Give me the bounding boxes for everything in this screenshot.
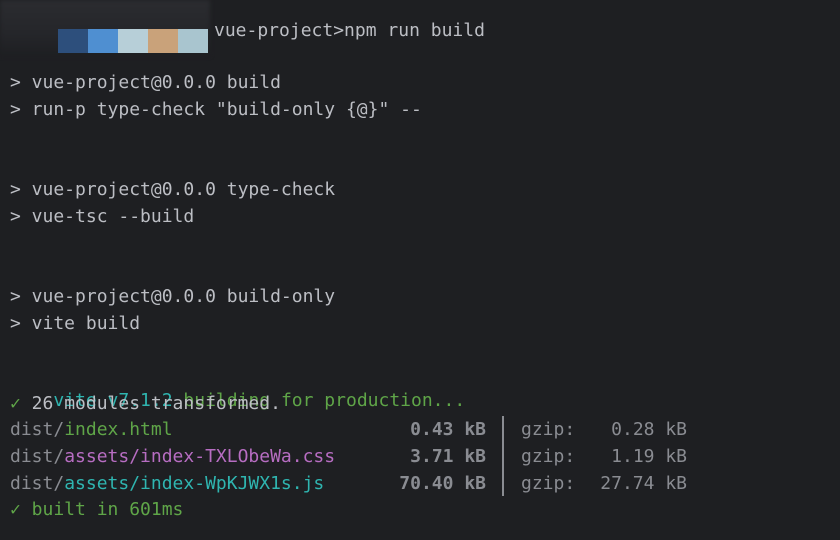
output-file-name: assets/index-TXLObeWa.css — [64, 446, 336, 467]
terminal-window[interactable]: vue-project>npm run build > vue-project@… — [0, 0, 840, 540]
gzip-column-separator — [502, 416, 504, 496]
gzip-label: gzip: — [521, 446, 576, 467]
script-header-type-check: > vue-project@0.0.0 type-check — [10, 179, 336, 200]
output-dir: dist/ — [10, 446, 65, 467]
output-file-name: index.html — [64, 419, 173, 440]
script-command-type-check: > vue-tsc --build — [10, 206, 195, 227]
script-command-build-only: > vite build — [10, 313, 141, 334]
script-header-build: > vue-project@0.0.0 build — [10, 72, 281, 93]
script-header-build-only: > vue-project@0.0.0 build-only — [10, 286, 336, 307]
modules-transformed: ✓ 26 modules transformed. — [10, 393, 281, 414]
redaction-block — [88, 29, 118, 53]
output-file-name: assets/index-WpKJWX1s.js — [64, 473, 325, 494]
redaction-block — [178, 29, 208, 53]
redaction-block — [118, 29, 148, 53]
gzip-label: gzip: — [521, 419, 576, 440]
build-complete: ✓ built in 601ms — [10, 499, 184, 520]
gzip-size: 27.74 kB — [600, 473, 687, 494]
gzip-size: 0.28 kB — [611, 419, 687, 440]
output-file-path: dist/assets/index-TXLObeWa.css — [10, 445, 335, 469]
redaction-block — [58, 29, 88, 53]
redaction-block — [148, 29, 178, 53]
output-dir: dist/ — [10, 473, 65, 494]
prompt-command: vue-project>npm run build — [214, 20, 485, 41]
output-dir: dist/ — [10, 419, 65, 440]
gzip-size: 1.19 kB — [611, 446, 687, 467]
output-file-size: 3.71 kB — [410, 446, 486, 467]
output-file-size: 70.40 kB — [399, 473, 486, 494]
check-icon: ✓ — [10, 393, 21, 414]
gzip-label: gzip: — [521, 473, 576, 494]
output-file-path: dist/index.html — [10, 418, 173, 442]
prompt-line: vue-project>npm run build — [0, 0, 840, 56]
output-file-path: dist/assets/index-WpKJWX1s.js — [10, 472, 324, 496]
vite-build-status: vite v7.1.2 building for production... — [10, 365, 465, 411]
redacted-path-blocks — [58, 29, 208, 53]
script-command-build: > run-p type-check "build-only {@}" -- — [10, 99, 422, 120]
output-file-size: 0.43 kB — [410, 419, 486, 440]
